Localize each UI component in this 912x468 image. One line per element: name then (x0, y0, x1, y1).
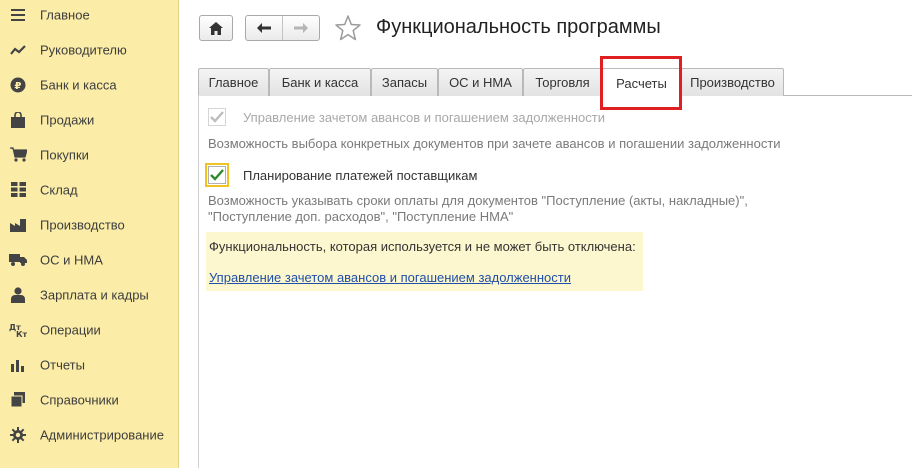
sidebar-item-main[interactable]: Главное (0, 0, 179, 32)
content-border (198, 95, 199, 468)
sidebar-item-fixed-assets[interactable]: ОС и НМА (0, 242, 179, 277)
sidebar-item-label: Администрирование (40, 427, 164, 442)
checkmark-icon (210, 111, 224, 123)
books-icon (9, 391, 27, 409)
sidebar-item-label: ОС и НМА (40, 252, 103, 267)
home-icon (209, 21, 223, 35)
sidebar-item-label: Производство (40, 217, 125, 232)
history-nav (245, 15, 320, 41)
option-advances-label: Управление зачетом авансов и погашением … (243, 109, 605, 125)
forward-button[interactable] (283, 16, 320, 40)
option-payments-checkbox[interactable] (205, 163, 229, 187)
tab-inventory[interactable]: Запасы (371, 68, 438, 96)
sidebar-item-purchases[interactable]: Покупки (0, 137, 179, 172)
sidebar-item-warehouse[interactable]: Склад (0, 172, 179, 207)
grid-icon (9, 181, 27, 199)
option-payments-row: Планирование платежей поставщикам (205, 163, 478, 187)
option-payments-label: Планирование платежей поставщикам (243, 167, 478, 183)
sidebar-item-production[interactable]: Производство (0, 207, 179, 242)
sidebar-item-label: Склад (40, 182, 78, 197)
sidebar-item-label: Главное (40, 7, 90, 22)
sidebar-item-label: Справочники (40, 392, 119, 407)
trend-icon (9, 41, 27, 59)
info-link-advances[interactable]: Управление зачетом авансов и погашением … (209, 270, 571, 285)
sidebar-item-bank[interactable]: ₽ Банк и касса (0, 67, 179, 102)
sidebar-item-operations[interactable]: Дт Кт Операции (0, 312, 179, 347)
svg-text:Кт: Кт (16, 330, 27, 338)
sidebar-item-label: Операции (40, 322, 101, 337)
sidebar-item-sales[interactable]: Продажи (0, 102, 179, 137)
option-advances-row: Управление зачетом авансов и погашением … (208, 108, 605, 126)
sidebar-item-label: Покупки (40, 147, 89, 162)
menu-icon (9, 6, 27, 24)
sidebar-item-label: Отчеты (40, 357, 85, 372)
info-panel: Функциональность, которая используется и… (206, 232, 643, 291)
sidebar-item-label: Банк и касса (40, 77, 117, 92)
sidebar-item-manager[interactable]: Руководителю (0, 32, 179, 67)
home-button[interactable] (199, 15, 233, 41)
sidebar-item-salary[interactable]: Зарплата и кадры (0, 277, 179, 312)
truck-icon (9, 251, 27, 269)
tab-main[interactable]: Главное (198, 68, 269, 96)
tab-fixed-assets[interactable]: ОС и НМА (438, 68, 523, 96)
info-text: Функциональность, которая используется и… (209, 239, 636, 254)
favorite-star-icon[interactable] (334, 14, 362, 42)
factory-icon (9, 216, 27, 234)
sidebar-item-label: Продажи (40, 112, 95, 127)
arrow-left-icon (256, 23, 271, 33)
tab-trade[interactable]: Торговля (523, 68, 602, 96)
tab-production[interactable]: Производство (681, 68, 784, 96)
bag-icon (9, 111, 27, 129)
cart-icon (9, 146, 27, 164)
back-button[interactable] (246, 16, 283, 40)
page-title: Функциональность программы (376, 16, 661, 38)
ruble-icon: ₽ (9, 76, 27, 94)
main-panel: Функциональность программы Главное Банк … (180, 0, 912, 468)
option-advances-checkbox[interactable] (208, 108, 226, 126)
option-payments-hint-line2: "Поступление доп. расходов", "Поступлени… (208, 209, 514, 224)
sidebar-item-reports[interactable]: Отчеты (0, 347, 179, 382)
arrow-right-icon (293, 23, 308, 33)
sidebar-item-label: Зарплата и кадры (40, 287, 149, 302)
sidebar-item-label: Руководителю (40, 42, 127, 57)
svg-text:₽: ₽ (15, 81, 22, 92)
person-icon (9, 286, 27, 304)
checkmark-icon (210, 169, 224, 181)
dt-kt-icon: Дт Кт (9, 321, 27, 339)
sidebar-item-admin[interactable]: Администрирование (0, 417, 179, 452)
tab-settlements[interactable]: Расчеты (602, 68, 681, 97)
sidebar-item-directories[interactable]: Справочники (0, 382, 179, 417)
bar-chart-icon (9, 356, 27, 374)
tab-bank[interactable]: Банк и касса (269, 68, 371, 96)
option-payments-hint-line1: Возможность указывать сроки оплаты для д… (208, 193, 748, 208)
gear-icon (9, 426, 27, 444)
option-advances-hint: Возможность выбора конкретных документов… (208, 136, 781, 151)
sidebar: Главное Руководителю ₽ Банк и касса Прод… (0, 0, 179, 468)
